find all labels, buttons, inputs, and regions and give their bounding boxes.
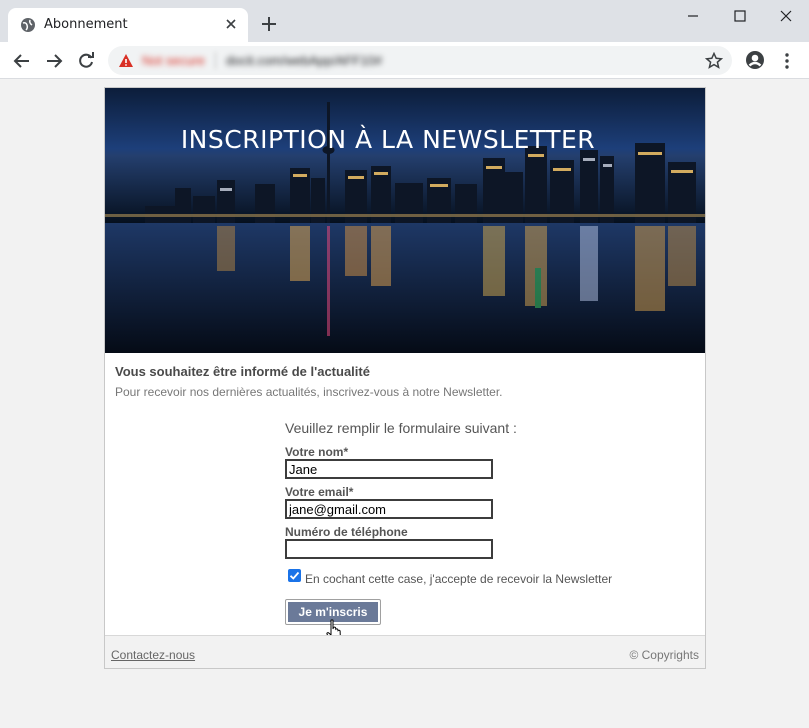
close-tab-icon[interactable] — [223, 16, 239, 32]
back-arrow-icon[interactable] — [12, 51, 32, 71]
name-label: Votre nom* — [285, 445, 349, 459]
tab-title: Abonnement — [44, 17, 128, 32]
email-field[interactable] — [285, 499, 493, 519]
hero-banner: INSCRIPTION À LA NEWSLETTER — [105, 88, 705, 353]
new-tab-icon[interactable] — [260, 15, 278, 33]
globe-icon — [21, 18, 35, 32]
browser-toolbar: Not secure docit.com/webApp/AFF10# — [0, 42, 809, 79]
hero-title: INSCRIPTION À LA NEWSLETTER — [180, 125, 596, 154]
url-text[interactable]: docit.com/webApp/AFF10# — [226, 53, 382, 68]
profile-icon[interactable] — [745, 50, 765, 70]
forward-arrow-icon[interactable] — [44, 51, 64, 71]
consent-checkbox[interactable] — [288, 569, 301, 582]
footer: Contactez-nous © Copyrights — [105, 635, 705, 668]
email-label: Votre email* — [285, 485, 354, 499]
minimize-icon[interactable] — [683, 6, 703, 26]
url-separator — [215, 52, 216, 69]
browser-tab[interactable]: Abonnement — [8, 8, 248, 42]
security-status: Not secure — [142, 53, 205, 68]
maximize-icon[interactable] — [730, 6, 750, 26]
newsletter-card: INSCRIPTION À LA NEWSLETTER Vous souhait… — [104, 87, 706, 669]
intro-heading: Vous souhaitez être informé de l'actuali… — [115, 364, 370, 379]
bookmark-star-icon[interactable] — [705, 52, 723, 70]
phone-field[interactable] — [285, 539, 493, 559]
address-bar[interactable]: Not secure docit.com/webApp/AFF10# — [108, 46, 732, 75]
browser-titlebar: Abonnement — [0, 0, 809, 42]
phone-label: Numéro de téléphone — [285, 525, 408, 539]
name-field[interactable] — [285, 459, 493, 479]
form-title: Veuillez remplir le formulaire suivant : — [285, 420, 517, 436]
warning-icon[interactable] — [118, 53, 134, 69]
copyright-text: © Copyrights — [629, 648, 699, 662]
kebab-menu-icon[interactable] — [780, 51, 794, 71]
checkmark-icon — [289, 571, 300, 580]
consent-label[interactable]: En cochant cette case, j'accepte de rece… — [305, 572, 612, 586]
close-window-icon[interactable] — [776, 6, 796, 26]
intro-text: Pour recevoir nos dernières actualités, … — [115, 385, 503, 399]
contact-link[interactable]: Contactez-nous — [111, 648, 195, 662]
reload-icon[interactable] — [76, 51, 96, 71]
